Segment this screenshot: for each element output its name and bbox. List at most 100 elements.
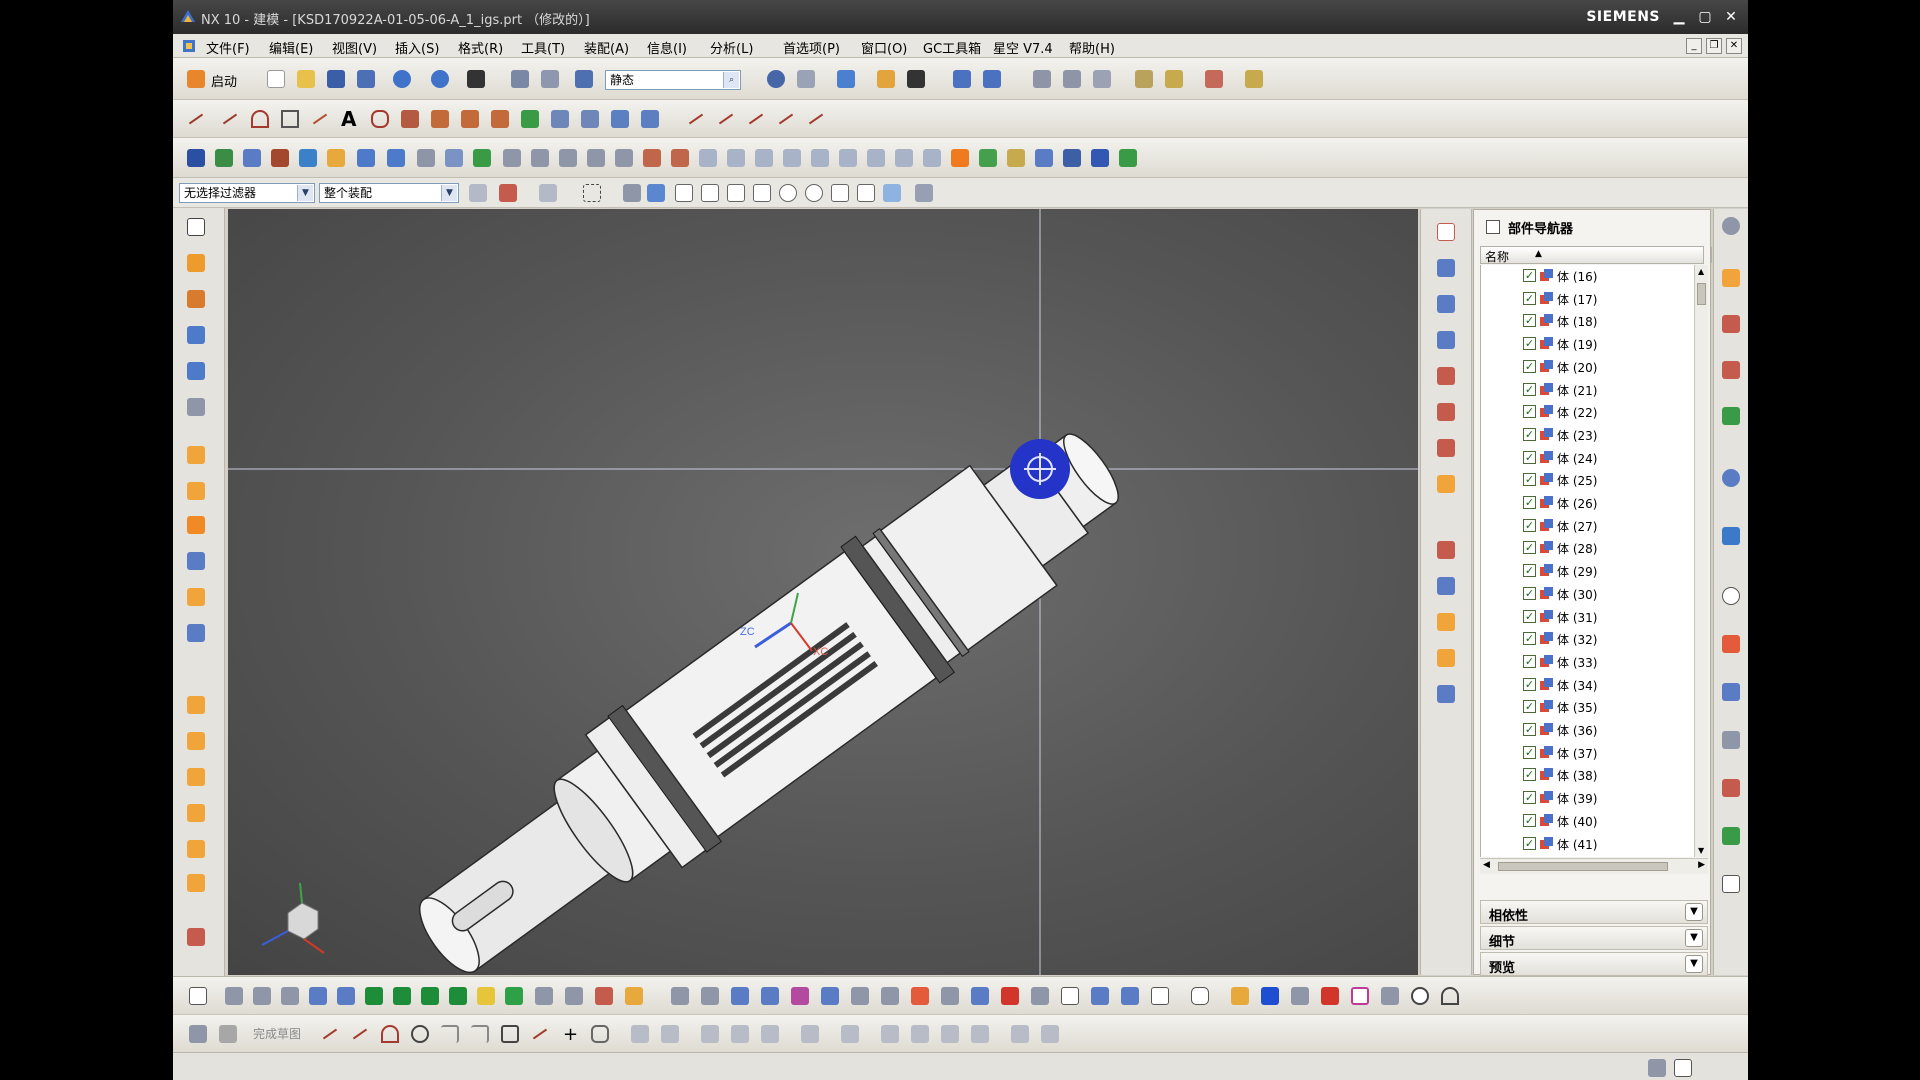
menu-information[interactable]: 信息(I) (647, 38, 687, 57)
visibility-checkbox[interactable]: ✓ (1523, 609, 1536, 623)
start-button-label[interactable]: 启动 (211, 71, 237, 90)
status-grid-icon[interactable] (1672, 1057, 1694, 1079)
select-curve-rule-icon[interactable] (497, 182, 519, 204)
extrude-icon[interactable] (185, 147, 207, 169)
menu-edit[interactable]: 编辑(E) (269, 38, 313, 57)
back-green-icon[interactable] (363, 985, 385, 1007)
tree-row[interactable]: ✓体 (32)✔ (1481, 628, 1694, 650)
view-isometric-icon[interactable] (1435, 329, 1457, 351)
preview-section[interactable]: 预览 ▼ (1480, 952, 1708, 976)
graphics-viewport[interactable]: ZC XC (228, 209, 1418, 975)
chevron-down-icon[interactable]: ▼ (1685, 955, 1703, 973)
chevron-down-icon[interactable]: ▼ (297, 185, 313, 201)
select-solid-icon[interactable] (621, 182, 643, 204)
visibility-checkbox[interactable]: ✓ (1523, 564, 1536, 578)
visibility-checkbox[interactable]: ✓ (1523, 518, 1536, 532)
measure-angle-icon[interactable] (1163, 68, 1185, 90)
intersect-curve-icon[interactable] (489, 108, 511, 130)
select-body-icon[interactable] (645, 182, 667, 204)
paint-icon[interactable] (623, 985, 645, 1007)
synchronous-icon[interactable] (969, 985, 991, 1007)
scope-filter-dropdown[interactable]: 整个装配 ▼ (319, 183, 459, 203)
arc-tool-icon[interactable] (1439, 985, 1461, 1007)
section-curve-icon[interactable] (549, 108, 571, 130)
sketch-constraint-icon[interactable] (839, 1023, 861, 1045)
visibility-checkbox[interactable]: ✓ (1523, 813, 1536, 827)
shaded-cube-icon[interactable] (835, 68, 857, 90)
tag-icon[interactable] (533, 985, 555, 1007)
sketch-dimension-icon[interactable] (799, 1023, 821, 1045)
tree-row[interactable]: ✓体 (38)✔ (1481, 764, 1694, 786)
palette-icon[interactable] (1720, 633, 1742, 655)
line-two-point-icon[interactable] (219, 108, 241, 130)
arrow-right-icon[interactable] (335, 985, 357, 1007)
surface-icon[interactable] (849, 985, 871, 1007)
section-view-icon[interactable] (1435, 539, 1457, 561)
tree-row[interactable]: ✓体 (17)✔ (1481, 288, 1694, 310)
doc-restore-button[interactable]: ❐ (1706, 38, 1722, 54)
transform-icon[interactable] (539, 68, 561, 90)
tree-row[interactable]: ✓体 (31)✔ (1481, 606, 1694, 628)
edge-blend-icon[interactable] (641, 147, 663, 169)
sweep-icon[interactable] (297, 147, 319, 169)
grid-icon[interactable] (415, 147, 437, 169)
visibility-checkbox[interactable]: ✓ (1523, 496, 1536, 509)
sketch-trim-icon[interactable] (699, 1023, 721, 1045)
circle-icon[interactable] (1409, 985, 1431, 1007)
datum-plane-icon[interactable] (185, 586, 207, 608)
visibility-checkbox[interactable]: ✓ (1523, 723, 1536, 736)
visibility-checkbox[interactable]: ✓ (1523, 700, 1536, 714)
visibility-checkbox[interactable]: ✓ (1523, 405, 1536, 419)
render-style-field[interactable]: 静态 ⌕ (605, 70, 741, 90)
visibility-checkbox[interactable]: ✓ (1523, 677, 1536, 691)
visibility-checkbox[interactable]: ✓ (1523, 768, 1536, 782)
sketch-polygon-icon[interactable] (589, 1023, 611, 1045)
shell-tool-icon[interactable] (759, 985, 781, 1007)
assembly-constraint-icon[interactable] (185, 766, 207, 788)
snap-control-point-icon[interactable] (725, 182, 747, 204)
assembly-navigator-icon[interactable] (1720, 267, 1742, 289)
wrap-curve-icon[interactable] (609, 108, 631, 130)
visibility-checkbox[interactable]: ✓ (1523, 473, 1536, 487)
auto-constrain-icon[interactable] (251, 985, 273, 1007)
mirror-icon[interactable] (269, 147, 291, 169)
simulation-icon[interactable] (977, 147, 999, 169)
table-icon[interactable] (1033, 147, 1055, 169)
menu-gc-toolbox[interactable]: GC工具箱 (923, 38, 981, 57)
tree-row[interactable]: ✓体 (20)✔ (1481, 356, 1694, 378)
minimize-button[interactable]: ▁ (1668, 7, 1690, 27)
tree-row[interactable]: ✓体 (27)✔ (1481, 515, 1694, 537)
navigator-horizontal-scrollbar[interactable]: ◀ ▶ (1480, 858, 1708, 874)
menu-assembly[interactable]: 装配(A) (584, 38, 629, 57)
chevron-down-icon[interactable]: ▼ (1685, 929, 1703, 947)
sketch-arc-icon[interactable] (379, 1023, 401, 1045)
patch-icon[interactable] (865, 147, 887, 169)
red-cube-icon[interactable] (999, 985, 1021, 1007)
menu-view[interactable]: 视图(V) (332, 38, 377, 57)
project-curve-icon[interactable] (459, 108, 481, 130)
name-icon[interactable] (1089, 147, 1111, 169)
sketch-offset-icon[interactable] (629, 1023, 651, 1045)
snap-view-icon[interactable] (1091, 68, 1113, 90)
visibility-checkbox[interactable]: ✓ (1523, 541, 1536, 555)
assembly-add-icon[interactable] (185, 694, 207, 716)
tree-row[interactable]: ✓体 (30)✔ (1481, 583, 1694, 605)
polygon-icon[interactable] (369, 108, 391, 130)
chevron-down-icon[interactable]: ▼ (441, 185, 457, 201)
playback-start-icon[interactable] (419, 985, 441, 1007)
menu-preferences[interactable]: 首选项(P) (783, 38, 840, 57)
extract-curve-icon[interactable] (519, 108, 541, 130)
snap-quadrant-icon[interactable] (803, 182, 825, 204)
chevron-down-icon[interactable]: ▼ (1685, 903, 1703, 921)
u-shape-icon[interactable] (1259, 985, 1281, 1007)
text-icon[interactable]: A (341, 107, 356, 131)
dependencies-section[interactable]: 相依性 ▼ (1480, 900, 1708, 924)
blend-tool-icon[interactable] (669, 985, 691, 1007)
datum-csys-icon[interactable] (185, 622, 207, 644)
tree-row[interactable]: ✓体 (25)✔ (1481, 469, 1694, 491)
visibility-checkbox[interactable]: ✓ (1523, 654, 1536, 668)
cube-icon[interactable] (185, 324, 207, 346)
sketch-rectangle-icon[interactable] (499, 1023, 521, 1045)
sketch-pattern-icon[interactable] (659, 1023, 681, 1045)
sketch-relations-icon[interactable] (879, 1023, 901, 1045)
